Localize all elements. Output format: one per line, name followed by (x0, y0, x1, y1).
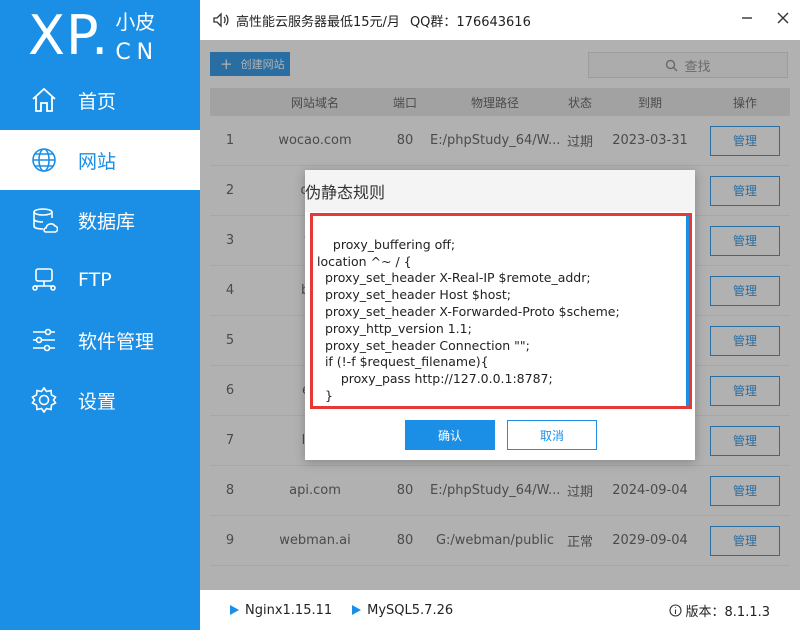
database-icon (33, 208, 58, 233)
cancel-button[interactable]: 取消 (507, 420, 597, 450)
sidebar-item-software[interactable]: 软件管理 (0, 310, 200, 370)
logo-text: XP. (28, 4, 110, 67)
info-icon (668, 603, 682, 617)
globe-icon (32, 148, 56, 172)
window-controls (740, 10, 790, 24)
sidebar-nav: 首页 网站 数据库 FTP 软件管理 设置 (0, 70, 200, 430)
nginx-label: Nginx1.15.11 (245, 602, 333, 618)
speaker-icon (213, 12, 229, 28)
sidebar-item-label: 网站 (78, 150, 117, 173)
dialog-buttons: 确认 取消 (405, 420, 597, 450)
mysql-service[interactable]: MySQL5.7.26 (352, 603, 453, 618)
dialog-title: 伪静态规则 (305, 183, 386, 202)
play-icon (230, 605, 239, 615)
version-label: 版本：8.1.1.3 (685, 604, 770, 620)
sidebar-item-ftp[interactable]: FTP (0, 250, 200, 310)
status-bar: Nginx1.15.11 MySQL5.7.26 版本：8.1.1.3 (200, 590, 800, 630)
sidebar-item-label: 首页 (78, 90, 117, 113)
minimize-icon[interactable] (740, 10, 754, 24)
ad-notice[interactable]: 高性能云服务器最低15元/月 (236, 11, 400, 30)
play-icon (352, 605, 362, 615)
sidebar-item-database[interactable]: 数据库 (0, 190, 200, 250)
close-icon[interactable] (776, 10, 790, 24)
rewrite-rules-text: proxy_buffering off; location ^~ / { pro… (317, 236, 620, 406)
sidebar-item-label: 软件管理 (78, 330, 155, 353)
logo-small-bottom: CN (115, 40, 160, 65)
dialog-header: 伪静态规则 (305, 170, 695, 212)
sidebar-item-label: 设置 (78, 390, 117, 413)
top-bar: 高性能云服务器最低15元/月 QQ群：176643616 (200, 0, 800, 40)
sidebar-item-settings[interactable]: 设置 (0, 370, 200, 430)
sidebar: XP. 小皮 CN 首页 网站 数据库 FTP 软件管理 设置 (0, 0, 200, 630)
sliders-icon (33, 328, 55, 352)
sidebar-item-website[interactable]: 网站 (0, 130, 200, 190)
qq-group: QQ群：176643616 (409, 14, 531, 30)
confirm-button[interactable]: 确认 (405, 420, 495, 450)
home-icon (32, 87, 56, 112)
ftp-icon (32, 268, 56, 291)
app-logo: XP. 小皮 CN (28, 6, 159, 70)
rewrite-rules-dialog: 伪静态规则 proxy_buffering off; location ^~ /… (305, 170, 695, 460)
nginx-service[interactable]: Nginx1.15.11 (230, 603, 332, 618)
mysql-label: MySQL5.7.26 (367, 602, 454, 618)
sidebar-item-home[interactable]: 首页 (0, 70, 200, 130)
logo-small-top: 小皮 (115, 10, 156, 34)
rewrite-rules-textarea[interactable]: proxy_buffering off; location ^~ / { pro… (310, 213, 692, 409)
sidebar-item-label: FTP (78, 269, 112, 291)
gear-icon (31, 386, 57, 414)
text-cursor-bar (686, 216, 689, 406)
sidebar-item-label: 数据库 (78, 210, 136, 233)
version-info: 版本：8.1.1.3 (668, 601, 770, 620)
